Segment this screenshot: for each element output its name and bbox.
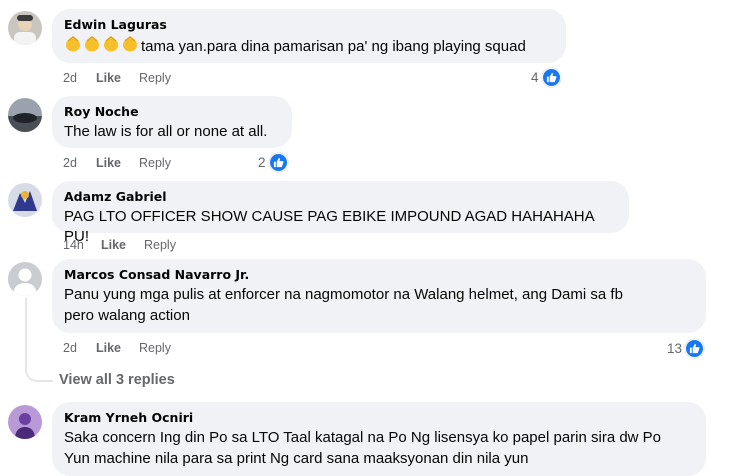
reply-button[interactable]: Reply	[139, 340, 171, 356]
comment-bubble: Edwin Laguras tama yan.para dina pamaris…	[52, 9, 566, 63]
reaction-count: 13	[667, 341, 683, 356]
thumbs-up-icon	[685, 339, 705, 358]
reaction-summary[interactable]: 4	[531, 68, 561, 87]
comment-text-body: tama yan.para dina pamarisan pa' ng iban…	[141, 38, 526, 55]
comment-text-line-1: Panu yung mga pulis at enforcer na nagmo…	[64, 286, 623, 303]
like-button[interactable]: Like	[96, 340, 139, 356]
comment-bubble: Marcos Consad Navarro Jr. Panu yung mga …	[52, 259, 706, 333]
reply-button[interactable]: Reply	[139, 70, 171, 86]
reaction-summary[interactable]: 13	[667, 339, 705, 358]
reply-button[interactable]: Reply	[144, 237, 176, 253]
avatar[interactable]	[8, 262, 42, 296]
avatar[interactable]	[8, 98, 42, 132]
clapping-hands-icon	[104, 36, 118, 52]
clapping-hands-icon	[85, 36, 99, 52]
comment-text: tama yan.para dina pamarisan pa' ng iban…	[64, 35, 554, 57]
like-button[interactable]: Like	[96, 70, 139, 86]
comment-time[interactable]: 2d	[63, 155, 96, 171]
comment-actions: 2d Like Reply	[63, 340, 171, 356]
thumbs-up-icon	[541, 68, 561, 87]
reply-thread-line	[25, 298, 53, 382]
comment-time[interactable]: 2d	[63, 340, 96, 356]
reaction-count: 4	[531, 70, 539, 85]
comment-author[interactable]: Adamz Gabriel	[64, 188, 617, 205]
comment-time[interactable]: 14h	[63, 237, 101, 253]
comment-actions: 2d Like Reply	[63, 70, 171, 86]
comment-author[interactable]: Kram Yrneh Ocniri	[64, 409, 694, 426]
thumbs-up-icon	[268, 153, 288, 172]
view-all-replies-link[interactable]: View all 3 replies	[59, 371, 175, 389]
reaction-summary[interactable]: 2	[258, 153, 288, 172]
comment-author[interactable]: Marcos Consad Navarro Jr.	[64, 266, 694, 283]
comment-text-line-2: Yun machine nila para sa print Ng card s…	[64, 450, 529, 467]
comment-text-line-2: pero walang action	[64, 307, 190, 324]
clapping-hands-icon	[66, 36, 80, 52]
like-button[interactable]: Like	[96, 155, 139, 171]
comment-bubble: Roy Noche The law is for all or none at …	[52, 96, 292, 148]
avatar[interactable]	[8, 405, 42, 439]
avatar[interactable]	[8, 183, 42, 217]
comment-author[interactable]: Roy Noche	[64, 103, 280, 120]
comment-actions: 14h Like Reply	[63, 237, 176, 253]
comment-time[interactable]: 2d	[63, 70, 96, 86]
reply-button[interactable]: Reply	[139, 155, 171, 171]
clapping-hands-icon	[123, 36, 137, 52]
comment-text-line-1: Saka concern Ing din Po sa LTO Taal kata…	[64, 429, 662, 446]
comment-author[interactable]: Edwin Laguras	[64, 16, 554, 33]
comment-bubble: Adamz Gabriel PAG LTO OFFICER SHOW CAUSE…	[52, 181, 629, 245]
emoji-group	[64, 35, 140, 53]
avatar[interactable]	[8, 11, 42, 45]
reaction-count: 2	[258, 155, 266, 170]
like-button[interactable]: Like	[101, 237, 144, 253]
comment-text: The law is for all or none at all.	[64, 123, 268, 140]
comment-actions: 2d Like Reply	[63, 155, 171, 171]
comment-bubble: Kram Yrneh Ocniri Saka concern Ing din P…	[52, 402, 706, 476]
